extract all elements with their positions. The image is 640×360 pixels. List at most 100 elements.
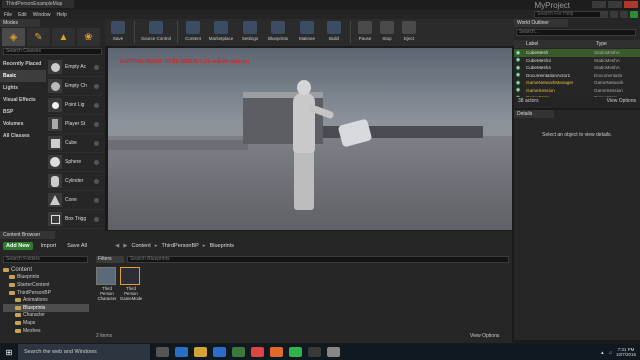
- blueprints-button[interactable]: Blueprints: [263, 19, 293, 46]
- category-all-classes[interactable]: All Classes: [0, 130, 46, 142]
- task-view-icon[interactable]: [156, 347, 169, 357]
- save-button[interactable]: Save: [105, 19, 131, 46]
- category-visual-effects[interactable]: Visual Effects: [0, 94, 46, 106]
- unreal-icon[interactable]: [327, 347, 340, 357]
- category-volumes[interactable]: Volumes: [0, 118, 46, 130]
- tree-item[interactable]: ThirdPersonBP: [3, 289, 89, 297]
- asset-tile[interactable]: Third Person Character: [96, 267, 118, 301]
- document-tab[interactable]: ThirdPersonExampleMap: [2, 0, 74, 8]
- search-help-input[interactable]: Search For Help: [534, 11, 602, 18]
- import-button[interactable]: Import: [38, 242, 60, 250]
- place-item-cylinder[interactable]: Cylinder: [47, 172, 103, 191]
- place-item-box-trigger[interactable]: Box Trigg: [47, 210, 103, 229]
- help-icon[interactable]: [94, 140, 99, 146]
- clock[interactable]: 7:31 PM 10/7/2016: [616, 347, 636, 357]
- help-icon[interactable]: [94, 121, 99, 127]
- help-icon[interactable]: [94, 178, 99, 184]
- content-browser-tab[interactable]: Content Browser: [0, 231, 55, 239]
- network-icon[interactable]: ▲: [600, 350, 604, 355]
- help-icon[interactable]: [94, 216, 99, 222]
- help-icon[interactable]: [94, 159, 99, 165]
- stop-button[interactable]: Stop: [376, 19, 398, 46]
- landscape-mode-icon[interactable]: ▲: [52, 28, 75, 46]
- place-mode-icon[interactable]: ◈: [2, 28, 25, 46]
- help-icon[interactable]: [94, 83, 99, 89]
- breadcrumb-item[interactable]: Content: [131, 243, 150, 249]
- chrome-icon[interactable]: [251, 347, 264, 357]
- eye-icon[interactable]: ◉: [514, 87, 522, 93]
- taskbar-search[interactable]: Search the web and Windows: [18, 344, 150, 360]
- source-control-button[interactable]: Source Control: [138, 19, 174, 46]
- eye-icon[interactable]: ◉: [514, 65, 522, 71]
- spotify-icon[interactable]: [289, 347, 302, 357]
- build-button[interactable]: Build: [321, 19, 347, 46]
- close-button[interactable]: [624, 1, 638, 8]
- eye-icon[interactable]: ◉: [514, 57, 522, 63]
- details-tab[interactable]: Details: [514, 110, 554, 118]
- save-all-button[interactable]: Save All: [64, 242, 90, 250]
- minimize-button[interactable]: [592, 1, 606, 8]
- search-assets-input[interactable]: Search Blueprints: [127, 256, 509, 263]
- steam-icon[interactable]: [308, 347, 321, 357]
- level-viewport[interactable]: LIGHTING NEEDS TO BE REBUILT (10 unbuilt…: [108, 48, 512, 230]
- place-item-empty-actor[interactable]: Empty Ac: [47, 58, 103, 77]
- eye-icon[interactable]: ◉: [514, 80, 522, 86]
- menu-help[interactable]: Help: [56, 12, 66, 18]
- category-lights[interactable]: Lights: [0, 82, 46, 94]
- marketplace-button[interactable]: Marketplace: [205, 19, 237, 46]
- grid-icon[interactable]: [620, 11, 628, 18]
- settings-button[interactable]: Settings: [237, 19, 263, 46]
- filters-button[interactable]: Filters: [96, 256, 124, 263]
- connection-icon[interactable]: [630, 11, 638, 18]
- place-item-sphere[interactable]: Sphere: [47, 153, 103, 172]
- outliner-row[interactable]: ◉ GameNetworkManager GameNetwork: [514, 79, 640, 87]
- eye-icon[interactable]: ◉: [514, 50, 522, 56]
- outliner-row[interactable]: ◉ CubeMesh StaticMeshA: [514, 49, 640, 57]
- outliner-row[interactable]: ◉ DocumentationActor1 Documentatio: [514, 72, 640, 80]
- tree-item[interactable]: StarterContent: [3, 281, 89, 289]
- help-icon[interactable]: [94, 197, 99, 203]
- outliner-row[interactable]: ◉ CubeMesh3 StaticMeshA: [514, 57, 640, 65]
- matinee-button[interactable]: Matinee: [293, 19, 321, 46]
- back-arrow-icon[interactable]: ◀: [115, 243, 119, 249]
- outliner-row[interactable]: ◉ GameSession GameSession: [514, 87, 640, 95]
- outliner-row[interactable]: ◉ CubeMesh4 StaticMeshA: [514, 64, 640, 72]
- tree-item[interactable]: Blueprints: [3, 303, 89, 312]
- tree-item[interactable]: Maps: [3, 319, 89, 327]
- help-icon[interactable]: [94, 102, 99, 108]
- volume-icon[interactable]: ♫: [609, 350, 612, 355]
- column-label[interactable]: Label: [526, 41, 596, 47]
- source-control-status-icon[interactable]: [600, 11, 608, 18]
- tree-item[interactable]: Meshes: [3, 327, 89, 335]
- search-classes-input[interactable]: Search Classes: [3, 48, 102, 55]
- tree-item[interactable]: Blueprints: [3, 274, 89, 282]
- outliner-search-input[interactable]: Search...: [516, 29, 636, 36]
- tree-item[interactable]: Character: [3, 312, 89, 320]
- place-item-point-light[interactable]: Point Lig: [47, 96, 103, 115]
- eye-icon[interactable]: ◉: [514, 72, 522, 78]
- windows-start-icon[interactable]: ⊞: [0, 344, 18, 360]
- column-type[interactable]: Type: [596, 41, 607, 47]
- category-basic[interactable]: Basic: [0, 70, 46, 82]
- maximize-button[interactable]: [608, 1, 622, 8]
- place-item-cube[interactable]: Cube: [47, 134, 103, 153]
- notification-icon[interactable]: [610, 11, 618, 18]
- breadcrumb-item[interactable]: Blueprints: [210, 243, 234, 249]
- firefox-icon[interactable]: [270, 347, 283, 357]
- store-icon[interactable]: [213, 347, 226, 357]
- asset-tile[interactable]: Third Person GameMode: [120, 267, 142, 301]
- menu-edit[interactable]: Edit: [18, 12, 27, 18]
- paint-mode-icon[interactable]: ✎: [27, 28, 50, 46]
- app-icon[interactable]: [232, 347, 245, 357]
- pause-button[interactable]: Pause: [354, 19, 376, 46]
- eject-button[interactable]: Eject: [398, 19, 420, 46]
- outliner-view-options[interactable]: View Options: [607, 98, 636, 105]
- tree-item[interactable]: Animations: [3, 296, 89, 304]
- tree-item[interactable]: Content: [3, 266, 89, 274]
- menu-file[interactable]: File: [4, 12, 12, 18]
- foliage-mode-icon[interactable]: ❀: [77, 28, 100, 46]
- content-view-options[interactable]: View Options: [470, 333, 499, 339]
- world-outliner-tab[interactable]: World Outliner: [514, 19, 568, 27]
- place-item-cone[interactable]: Cone: [47, 191, 103, 210]
- help-icon[interactable]: [94, 64, 99, 70]
